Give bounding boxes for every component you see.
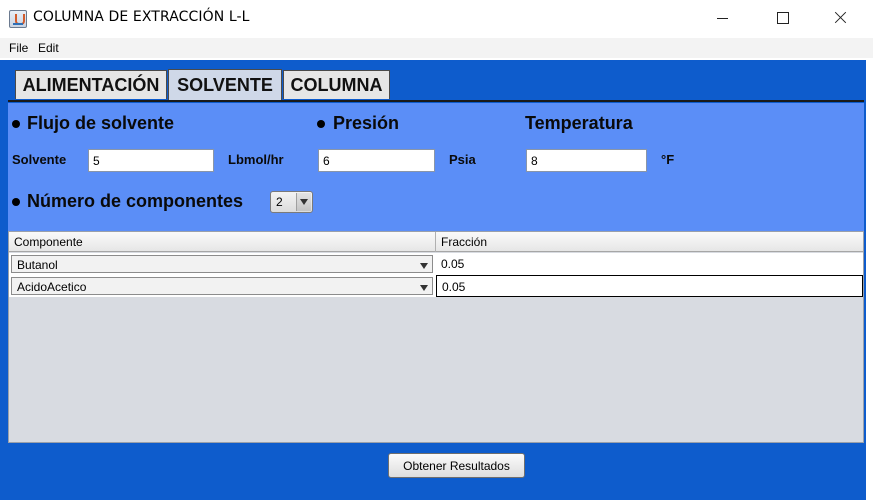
window-title: COLUMNA DE EXTRACCIÓN L-L [33, 9, 250, 25]
num-componentes-select[interactable]: 2 [270, 191, 313, 213]
componente-select[interactable]: AcidoAcetico [11, 277, 433, 295]
flujo-solvente-title: Flujo de solvente [27, 113, 175, 133]
solvente-label: Solvente [12, 152, 67, 167]
solvente-flow-input[interactable] [88, 149, 214, 172]
minimize-button[interactable] [700, 0, 746, 36]
title-bar: COLUMNA DE EXTRACCIÓN L-L [0, 0, 873, 38]
obtener-resultados-button[interactable]: Obtener Resultados [388, 453, 525, 478]
column-header-fraccion[interactable]: Fracción [441, 235, 487, 249]
maximize-button[interactable] [760, 0, 806, 36]
dropdown-arrow-icon[interactable] [296, 193, 311, 211]
dropdown-arrow-icon[interactable] [417, 257, 431, 271]
table-row: AcidoAcetico 0.05 [9, 275, 863, 297]
componente-value: AcidoAcetico [17, 280, 87, 294]
menu-file[interactable]: File [9, 41, 28, 55]
table-header: Componente Fracción [9, 232, 863, 252]
num-componentes-value: 2 [276, 195, 283, 209]
close-button[interactable] [818, 0, 864, 36]
temperatura-unit-label: °F [661, 152, 675, 167]
tab-divider [8, 100, 864, 102]
presion-unit-label: Psia [449, 152, 476, 167]
flow-unit-label: Lbmol/hr [228, 152, 284, 167]
components-table: Componente Fracción Butanol 0.05 AcidoAc… [8, 231, 864, 443]
componente-select[interactable]: Butanol [11, 255, 433, 273]
column-header-componente[interactable]: Componente [14, 235, 83, 249]
menu-bar: File Edit [0, 38, 873, 58]
table-row: Butanol 0.05 [9, 253, 863, 275]
tab-solvente[interactable]: SOLVENTE [168, 69, 282, 101]
bullet-icon [317, 120, 325, 128]
main-frame: ALIMENTACIÓN SOLVENTE COLUMNA Flujo de s… [0, 60, 866, 500]
presion-input[interactable] [318, 149, 435, 172]
temperatura-title: Temperatura [525, 113, 633, 133]
tab-columna[interactable]: COLUMNA [283, 70, 390, 99]
num-componentes-title: Número de componentes [27, 191, 244, 211]
tab-alimentacion[interactable]: ALIMENTACIÓN [15, 70, 167, 99]
fraccion-cell[interactable]: 0.05 [436, 253, 863, 275]
temperatura-input[interactable] [526, 149, 647, 172]
fraccion-cell-editing[interactable]: 0.05 [436, 275, 863, 297]
bullet-icon [12, 198, 20, 206]
bullet-icon [12, 120, 20, 128]
solvente-panel: Flujo de solvente Presión Temperatura So… [8, 103, 864, 231]
column-divider[interactable] [435, 232, 436, 252]
dropdown-arrow-icon[interactable] [417, 279, 431, 293]
presion-title: Presión [333, 113, 400, 133]
menu-edit[interactable]: Edit [38, 41, 59, 55]
java-app-icon [9, 10, 27, 28]
componente-value: Butanol [17, 258, 58, 272]
